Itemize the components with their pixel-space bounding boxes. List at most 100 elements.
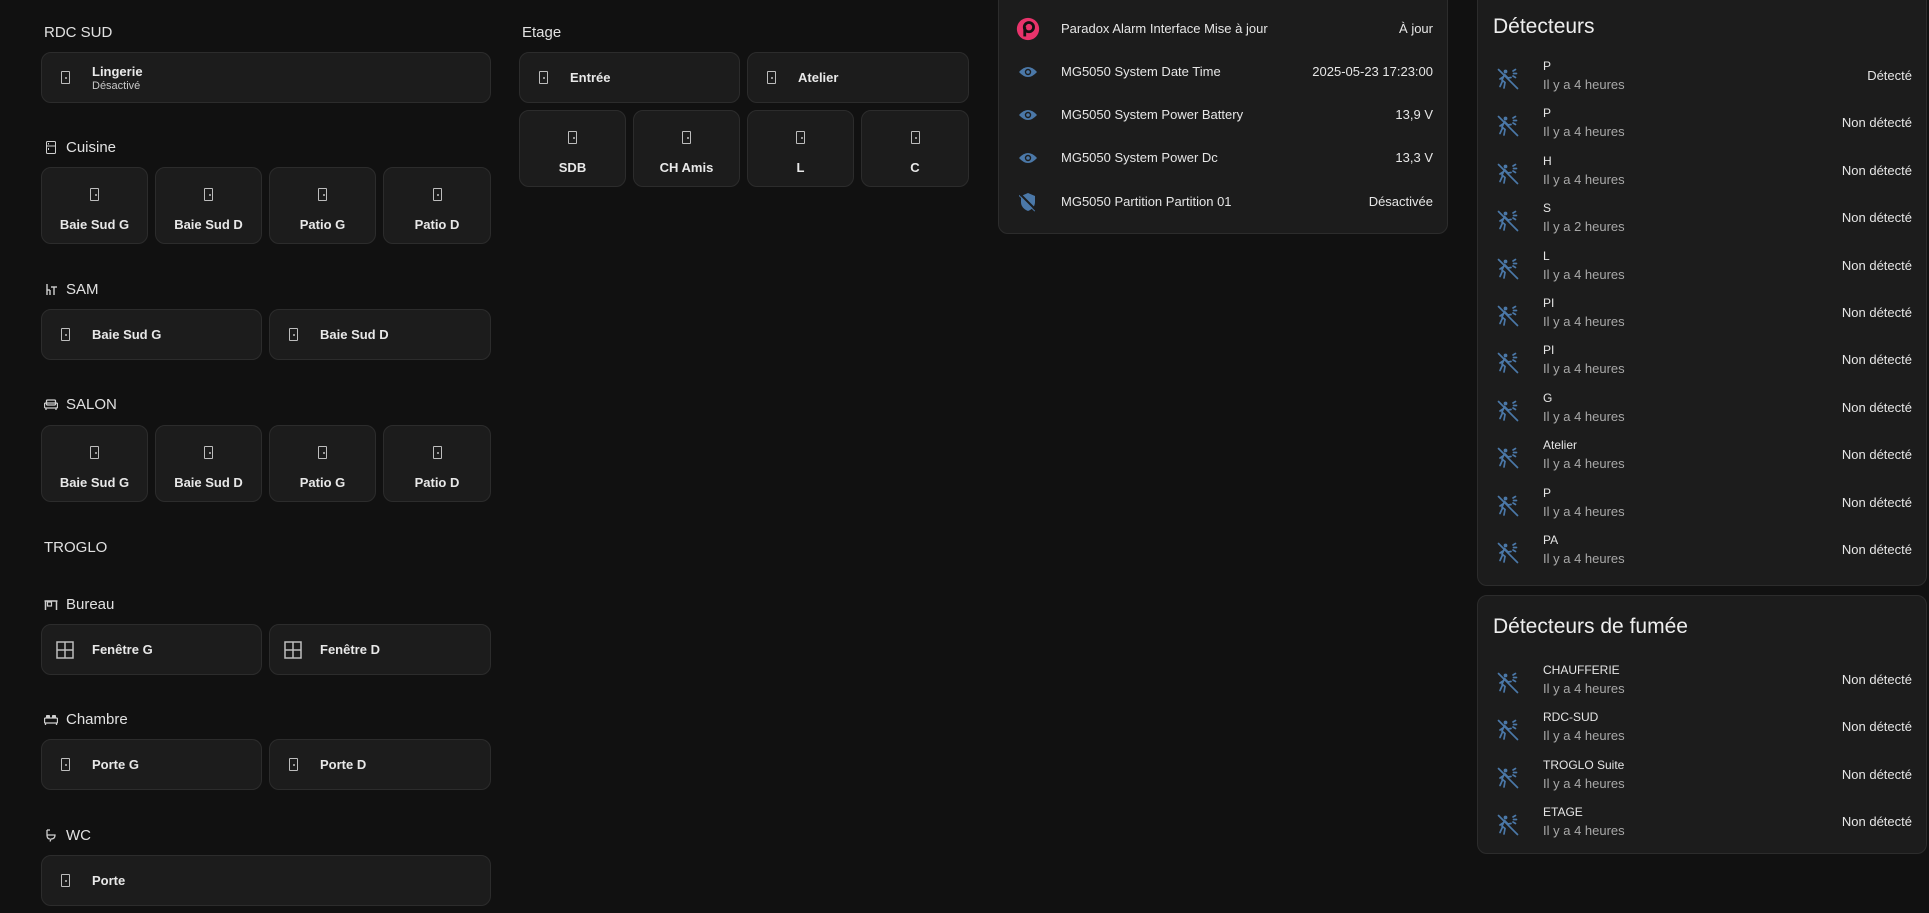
- tile-salon-baie-sud-g[interactable]: Baie Sud G: [41, 425, 148, 502]
- fumee-card: Détecteurs de fumée CHAUFFERIE Il y a 4 h…: [1477, 595, 1927, 854]
- system-entities-card: Paradox Alarm Interface Mise à jour À jo…: [998, 0, 1448, 234]
- entity-value: 2025-05-23 17:23:00: [1312, 64, 1433, 79]
- entity-value: 13,9 V: [1395, 107, 1433, 122]
- detector-row[interactable]: G Il y a 4 heures Non détecté: [1478, 387, 1926, 434]
- detector-row[interactable]: S Il y a 2 heures Non détecté: [1478, 197, 1926, 244]
- door-icon: [536, 71, 550, 84]
- entity-row-power-dc[interactable]: MG5050 System Power Dc 13,3 V: [999, 136, 1447, 179]
- detector-row[interactable]: PI Il y a 4 heures Non détecté: [1478, 339, 1926, 386]
- eye-icon: [1015, 65, 1041, 79]
- bed-icon: [44, 712, 58, 726]
- motion-sensor-off-icon: [1496, 257, 1520, 286]
- detector-row[interactable]: P Il y a 4 heures Détecté: [1478, 55, 1926, 102]
- detector-state: Non détecté: [1841, 162, 1912, 178]
- entity-value: 13,3 V: [1395, 150, 1433, 165]
- tile-etage-c[interactable]: C: [861, 110, 969, 187]
- door-icon: [318, 183, 327, 205]
- detector-state: Non détecté: [1841, 352, 1912, 368]
- detector-name: RDC-SUD: [1543, 710, 1599, 725]
- entity-name: MG5050 System Date Time: [1061, 64, 1221, 79]
- detector-row[interactable]: P Il y a 4 heures Non détecté: [1478, 482, 1926, 529]
- motion-sensor-off-icon: [1496, 671, 1520, 700]
- tile-bureau-fenetre-d[interactable]: Fenêtre D: [269, 624, 491, 675]
- detector-time: Il y a 4 heures: [1543, 361, 1625, 377]
- detector-row[interactable]: L Il y a 4 heures Non détecté: [1478, 245, 1926, 292]
- tile-sam-baie-sud-d[interactable]: Baie Sud D: [269, 309, 491, 360]
- door-icon: [764, 71, 778, 84]
- tile-etage-sdb[interactable]: SDB: [519, 110, 626, 187]
- section-title-wc: WC: [44, 825, 91, 845]
- detector-row[interactable]: PA Il y a 4 heures Non détecté: [1478, 529, 1926, 576]
- tile-etage-l[interactable]: L: [747, 110, 854, 187]
- motion-sensor-off-icon: [1496, 399, 1520, 428]
- motion-sensor-off-icon: [1496, 209, 1520, 238]
- detector-state: Non détecté: [1841, 672, 1912, 687]
- tile-etage-entree[interactable]: Entrée: [519, 52, 740, 103]
- section-title-cuisine: Cuisine: [44, 137, 116, 157]
- entity-row-power-battery[interactable]: MG5050 System Power Battery 13,9 V: [999, 93, 1447, 136]
- entity-name: MG5050 Partition Partition 01: [1061, 194, 1232, 209]
- window-icon: [283, 640, 303, 659]
- tile-chambre-porte-g[interactable]: Porte G: [41, 739, 262, 790]
- motion-sensor-off-icon: [1496, 351, 1520, 380]
- door-icon: [58, 71, 72, 84]
- tile-salon-patio-d[interactable]: Patio D: [383, 425, 491, 502]
- entity-name: MG5050 System Power Battery: [1061, 107, 1244, 122]
- entity-row-partition[interactable]: MG5050 Partition Partition 01 Désactivée: [999, 180, 1447, 223]
- detector-row[interactable]: Atelier Il y a 4 heures Non détecté: [1478, 434, 1926, 481]
- entity-name: MG5050 System Power Dc: [1061, 150, 1218, 165]
- tile-lingerie[interactable]: Lingerie Désactivé: [41, 52, 491, 103]
- section-title-salon: SALON: [44, 394, 117, 414]
- detector-row[interactable]: TROGLO Suite Il y a 4 heures Non détecté: [1478, 754, 1926, 801]
- motion-sensor-off-icon: [1496, 813, 1520, 842]
- tile-wc-porte[interactable]: Porte: [41, 855, 491, 906]
- card-title: Détecteurs de fumée: [1493, 615, 1688, 638]
- detector-state: Non détecté: [1841, 719, 1912, 735]
- detector-time: Il y a 2 heures: [1543, 219, 1625, 235]
- door-icon: [318, 441, 327, 463]
- tile-sam-baie-sud-g[interactable]: Baie Sud G: [41, 309, 262, 360]
- detector-time: Il y a 4 heures: [1543, 408, 1625, 424]
- detector-time: Il y a 4 heures: [1543, 728, 1625, 744]
- tile-cuisine-patio-g[interactable]: Patio G: [269, 167, 376, 244]
- tile-salon-baie-sud-d[interactable]: Baie Sud D: [155, 425, 262, 502]
- detector-row[interactable]: CHAUFFERIE Il y a 4 heures Non détecté: [1478, 659, 1926, 706]
- detector-time: Il y a 4 heures: [1543, 551, 1625, 566]
- tile-etage-atelier[interactable]: Atelier: [747, 52, 969, 103]
- card-title: Détecteurs: [1493, 15, 1595, 38]
- detector-name: PI: [1543, 296, 1555, 310]
- tile-chambre-porte-d[interactable]: Porte D: [269, 739, 491, 790]
- detector-row[interactable]: P Il y a 4 heures Non détecté: [1478, 102, 1926, 149]
- entity-row-date-time[interactable]: MG5050 System Date Time 2025-05-23 17:23…: [999, 50, 1447, 93]
- door-icon: [204, 183, 213, 205]
- detector-state: Non détecté: [1841, 305, 1912, 320]
- detector-state: Non détecté: [1841, 766, 1912, 782]
- detector-name: G: [1543, 390, 1553, 405]
- tile-cuisine-baie-sud-d[interactable]: Baie Sud D: [155, 167, 262, 244]
- detector-row[interactable]: ETAGE Il y a 4 heures Non détecté: [1478, 801, 1926, 848]
- entity-row-paradox-update[interactable]: Paradox Alarm Interface Mise à jour À jo…: [999, 7, 1447, 50]
- detector-time: Il y a 4 heures: [1543, 503, 1625, 519]
- paradox-logo-icon: [1015, 15, 1041, 43]
- detector-row[interactable]: PI Il y a 4 heures Non détecté: [1478, 292, 1926, 339]
- detector-time: Il y a 4 heures: [1543, 171, 1625, 187]
- tile-bureau-fenetre-g[interactable]: Fenêtre G: [41, 624, 262, 675]
- tile-state: Désactivé: [92, 79, 141, 92]
- section-title-rdc-sud: RDC SUD: [44, 23, 113, 41]
- detector-row[interactable]: H Il y a 4 heures Non détecté: [1478, 150, 1926, 197]
- detector-time: Il y a 4 heures: [1543, 456, 1625, 472]
- detector-name: H: [1543, 153, 1552, 168]
- section-title-chambre: Chambre: [44, 709, 128, 729]
- shield-off-icon: [1015, 192, 1041, 212]
- tile-salon-patio-g[interactable]: Patio G: [269, 425, 376, 502]
- door-icon: [682, 126, 691, 148]
- detector-time: Il y a 4 heures: [1543, 314, 1625, 329]
- toilet-icon: [44, 828, 58, 842]
- detector-state: Non détecté: [1841, 115, 1912, 131]
- detector-row[interactable]: RDC-SUD Il y a 4 heures Non détecté: [1478, 706, 1926, 753]
- tile-cuisine-baie-sud-g[interactable]: Baie Sud G: [41, 167, 148, 244]
- door-icon: [796, 126, 805, 148]
- tile-cuisine-patio-d[interactable]: Patio D: [383, 167, 491, 244]
- tile-etage-ch-amis[interactable]: CH Amis: [633, 110, 740, 187]
- door-icon: [286, 328, 300, 341]
